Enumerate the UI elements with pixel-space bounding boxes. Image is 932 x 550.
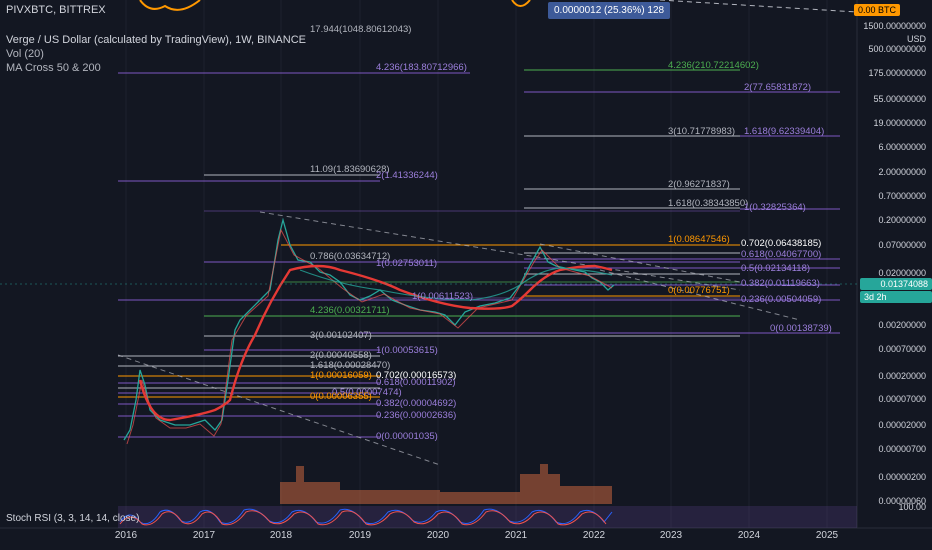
fib-level-label: 4.236(183.80712966) [376,62,467,73]
fib-level-label: 0(0.00138739) [770,323,832,334]
fib-level-label: 1.618(0.38343850) [668,198,749,209]
stoch-rsi-label[interactable]: Stoch RSI (3, 3, 14, 14, close) [6,513,139,524]
price-tick: 2.00000000 [878,167,926,177]
fib-level-label: 1(0.00053615) [376,345,438,356]
fib-level-label: 1(0.00016059) [310,370,372,381]
fib-level-label: 0.5(0.02134118) [741,263,811,274]
price-tick: 0.20000000 [878,215,926,225]
current-price-tag: 0.01374088 [860,278,932,290]
fib-level-label: 4.236(0.00321711) [310,305,390,316]
fib-level-label: 1(0.08647546) [668,234,730,245]
fib-level-label: 2(0.96271837) [668,179,730,190]
ma-indicator-label[interactable]: MA Cross 50 & 200 [6,62,101,74]
price-tick: 0.00002000 [878,420,926,430]
time-tick: 2019 [348,530,372,541]
fib-level-label: 3(10.71778983) [668,126,736,137]
currency-badge[interactable]: 0.00 BTC [854,4,901,16]
fib-level-label: 0.236(0.00504059) [741,294,822,305]
price-tick: 0.00020000 [878,371,926,381]
fib-level-label: 0.382(0.01119663) [741,278,820,289]
fib-level-label: 4.236(210.72214602) [668,60,759,71]
fib-level-label: 0.382(0.00004692) [376,398,457,409]
chart-title[interactable]: Verge / US Dollar (calculated by Trading… [6,34,306,46]
top-fib-label: 17.944(1048.80612043) [310,24,412,35]
time-tick: 2016 [114,530,138,541]
price-axis-unit: USD [906,34,926,44]
chart-stage[interactable]: PIVXBTC, BITTREX Verge / US Dollar (calc… [0,0,932,550]
price-tick: 0.00000200 [878,472,926,482]
volume-indicator-label[interactable]: Vol (20) [6,48,44,60]
price-tick: 500.00000000 [868,44,926,54]
price-tick: 0.00007000 [878,394,926,404]
price-tick: 1500.00000000 [863,21,926,31]
fib-level-label: 0(0.00006355) [310,391,372,402]
time-tick: 2021 [504,530,528,541]
price-tick: 19.00000000 [873,118,926,128]
fib-level-label: 1(0.32825364) [744,202,806,213]
time-tick: 2017 [192,530,216,541]
time-tick: 2025 [815,530,839,541]
fib-level-label: 0.236(0.00002636) [376,410,457,421]
price-tick: 55.00000000 [873,94,926,104]
fib-level-label: 0.618(0.04067700) [741,249,822,260]
price-tick: 0.00200000 [878,320,926,330]
price-tick: 0.00000700 [878,444,926,454]
price-tick: 6.00000000 [878,142,926,152]
time-tick: 2020 [426,530,450,541]
fib-level-label: 0.702(0.06438185) [741,238,822,249]
stoch-axis-tick: 100.00 [898,502,926,512]
fib-level-label: 1(0.00611523) [412,291,474,302]
price-tick: 0.07000000 [878,240,926,250]
candle-countdown: 3d 2h [860,291,932,303]
fib-level-label: 0(0.00776751) [668,285,730,296]
symbol-label[interactable]: PIVXBTC, BITTREX [6,4,106,16]
time-tick: 2022 [582,530,606,541]
price-tick: 0.00070000 [878,344,926,354]
fib-level-label: 0(0.00001035) [376,431,438,442]
time-tick: 2018 [269,530,293,541]
fib-level-label: 1.618(9.62339404) [744,126,825,137]
price-tick: 175.00000000 [868,68,926,78]
time-tick: 2023 [659,530,683,541]
fib-level-label: 2(1.41336244) [376,170,438,181]
measure-tooltip: 0.0000012 (25.36%) 128 [548,2,671,19]
price-tick: 0.70000000 [878,191,926,201]
time-tick: 2024 [737,530,761,541]
fib-level-label: 2(77.65831872) [744,82,812,93]
fib-level-label: 1(0.02753011) [376,258,438,269]
fib-level-label: 3(0.00102407) [310,330,372,341]
price-tick: 0.02000000 [878,268,926,278]
